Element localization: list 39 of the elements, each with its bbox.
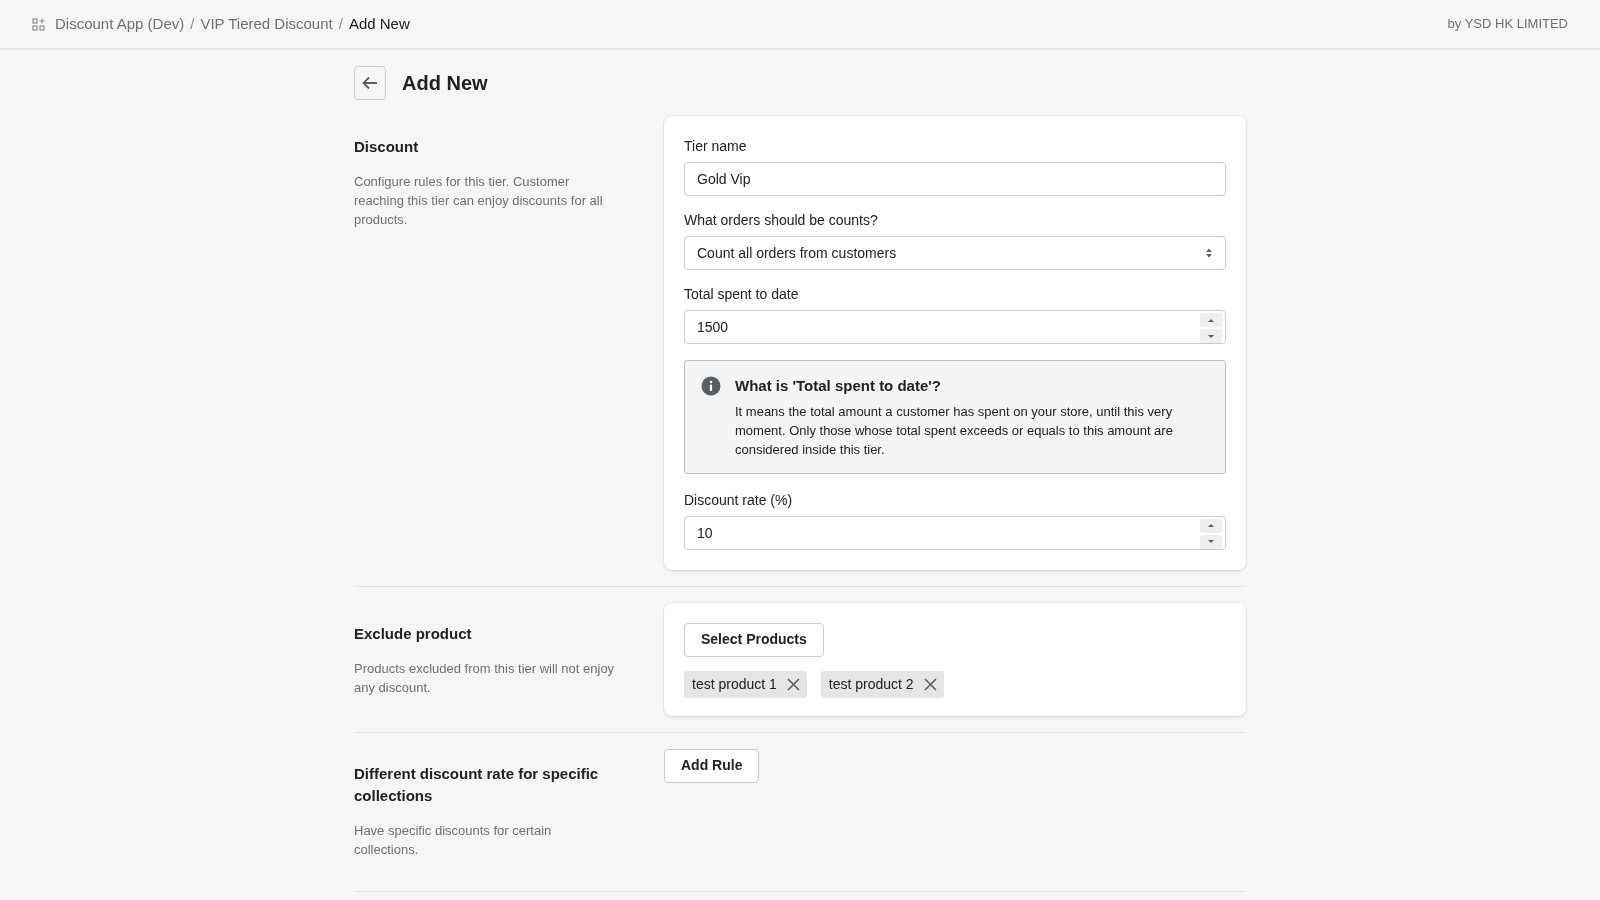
info-icon (701, 376, 721, 396)
breadcrumb-separator: / (338, 13, 343, 34)
vendor-name: by YSD HK LIMITED (1447, 15, 1568, 34)
breadcrumb-link[interactable]: Discount App (Dev) (55, 12, 185, 36)
add-rule-button[interactable]: Add Rule (664, 748, 760, 783)
number-input-field[interactable]: 10 (684, 515, 1226, 550)
back-button[interactable] (354, 66, 386, 100)
info-title: What is 'Total spent to date'? (735, 376, 943, 396)
caret-up-icon (1207, 317, 1215, 323)
section-title: Different discount rate for specific collections (354, 763, 600, 806)
section-description: Products excluded from this tier will not enjoy any discount. (354, 659, 616, 697)
select-products-button[interactable]: Select Products (684, 622, 824, 657)
back-arrow-icon (362, 76, 378, 90)
breadcrumb-link[interactable]: VIP Tiered Discount (200, 12, 333, 36)
increment-button[interactable] (1200, 313, 1222, 327)
page-title: Add New (402, 71, 488, 96)
tag-label: test product 2 (828, 674, 914, 694)
field-label: What orders should be counts? (684, 211, 879, 230)
remove-tag-button[interactable] (921, 675, 940, 693)
breadcrumb-separator: / (190, 13, 195, 34)
remove-tag-button[interactable] (784, 675, 803, 693)
section-title: Discount (354, 137, 420, 157)
caret-down-icon (1207, 539, 1215, 544)
decrement-button[interactable] (1200, 329, 1222, 343)
field-label: Discount rate (%) (684, 490, 794, 510)
info-text: It means the total amount a customer has spent on your store, until this very moment. Only those whose total spent exceeds or equals to this amount are considered inside this tier. (735, 402, 1174, 459)
text-input-field[interactable]: Gold Vip (684, 162, 1226, 196)
tag-label: test product 1 (692, 674, 777, 694)
field-label: Total spent to date (684, 285, 800, 304)
caret-down-icon (1207, 333, 1215, 339)
caret-up-icon (1207, 523, 1215, 528)
number-input-field[interactable]: 1500 (684, 310, 1226, 344)
select-dropdown[interactable]: Count all orders from customers (684, 236, 1226, 270)
field-label: Tier name (684, 137, 748, 156)
select-caret-icon (1205, 247, 1213, 259)
section-description: Have specific discounts for certain collections. (354, 821, 553, 859)
apps-icon (32, 17, 45, 31)
section-title: Exclude product (354, 623, 473, 644)
section-description: Configure rules for this tier. Customer reaching this tier can enjoy discounts for all products. (354, 173, 604, 229)
